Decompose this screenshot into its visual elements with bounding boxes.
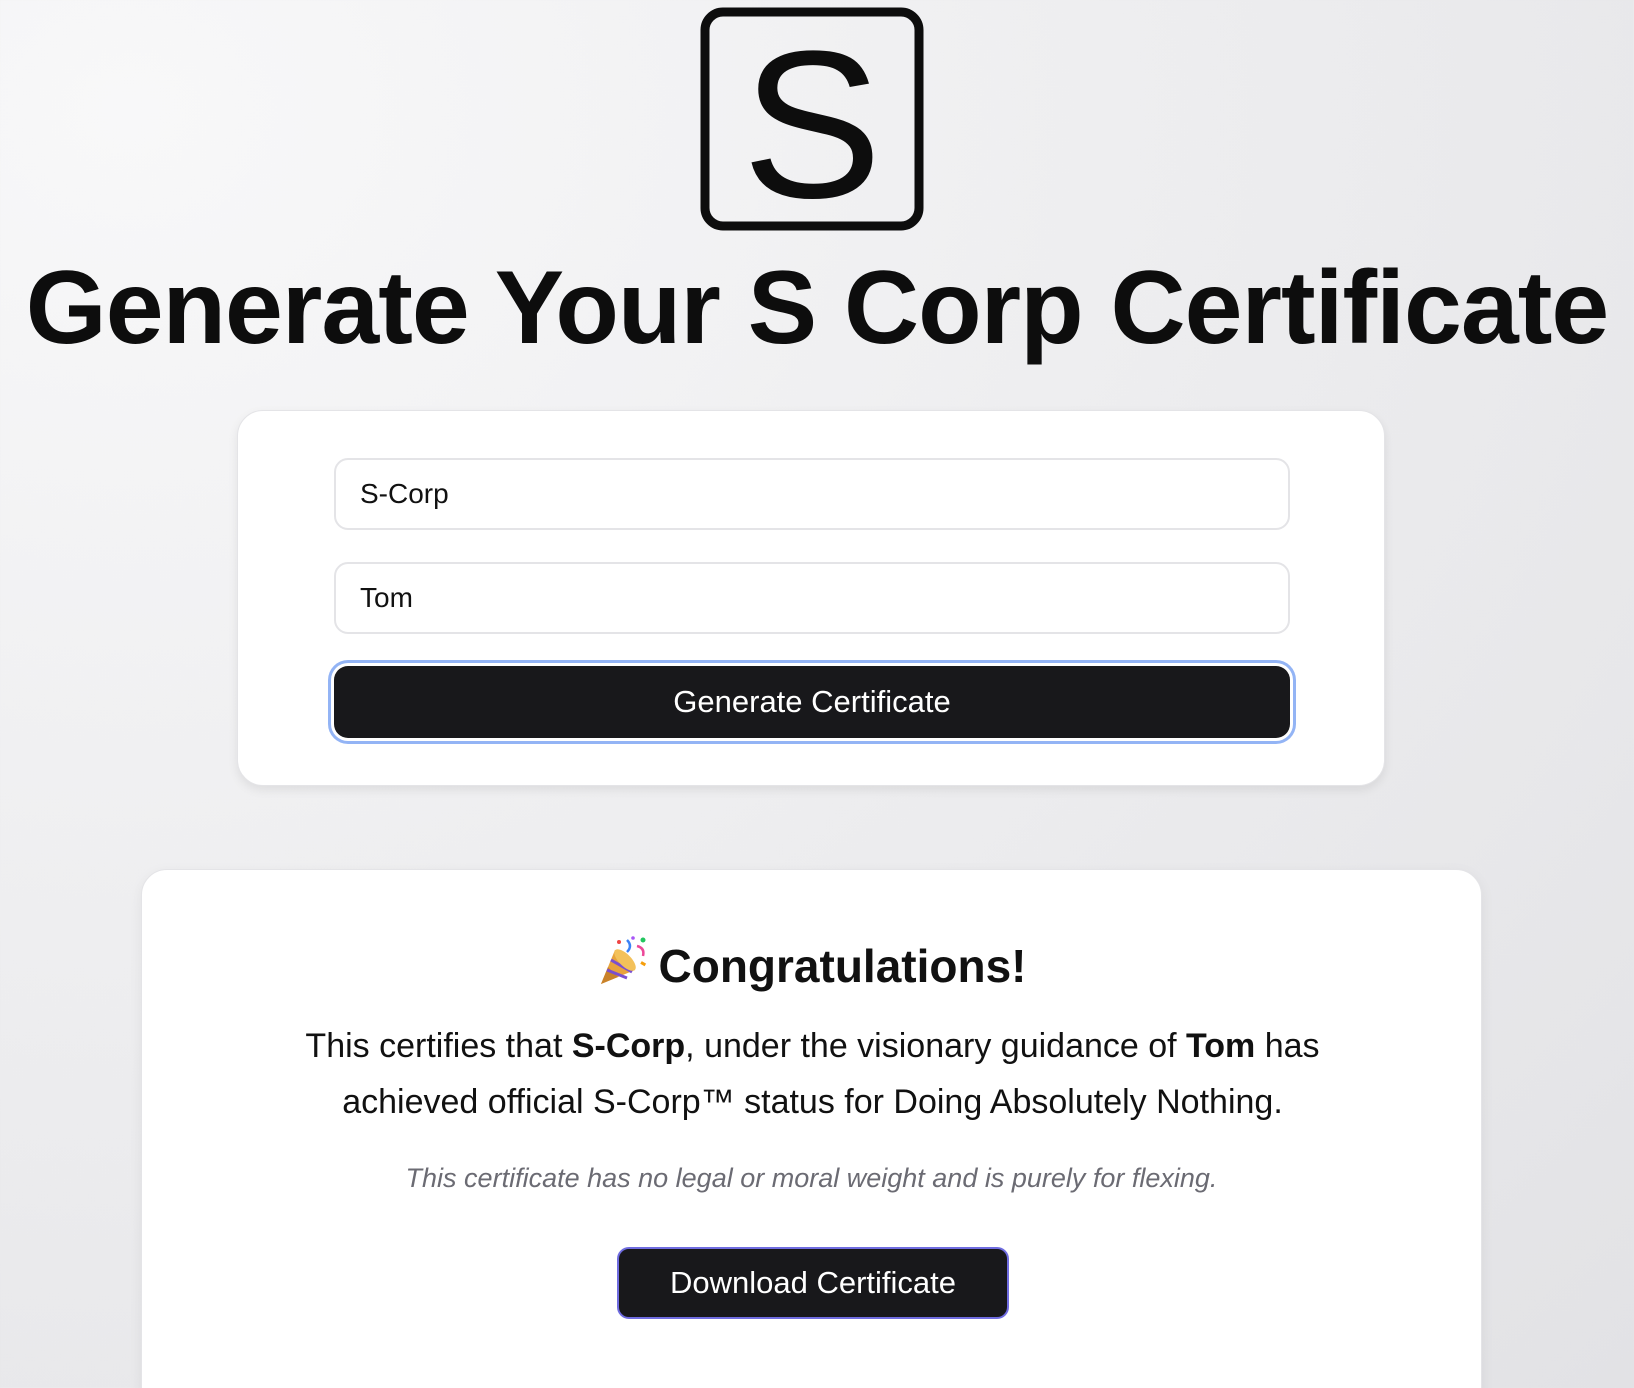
download-certificate-button[interactable]: Download Certificate bbox=[617, 1247, 1009, 1319]
page-title: Generate Your S Corp Certificate bbox=[25, 250, 1609, 366]
statement-company: S-Corp bbox=[571, 1027, 686, 1065]
statement-middle: , under the visionary guidance of bbox=[685, 1027, 1187, 1065]
generate-certificate-button[interactable]: Generate Certificate bbox=[334, 666, 1290, 738]
congratulations-heading: Congratulations! bbox=[142, 936, 1481, 994]
certificate-result-card: Congratulations! This certifies that S-C… bbox=[141, 869, 1482, 1388]
statement-intro: This certifies that bbox=[305, 1027, 572, 1065]
congratulations-text: Congratulations! bbox=[658, 940, 1027, 992]
certificate-statement: This certifies that S-Corp, under the vi… bbox=[242, 1018, 1383, 1130]
owner-name-input[interactable] bbox=[334, 562, 1290, 634]
party-popper-icon bbox=[597, 936, 649, 988]
disclaimer-text: This certificate has no legal or moral w… bbox=[405, 1163, 1218, 1193]
s-logo-icon: S bbox=[700, 7, 924, 231]
statement-owner: Tom bbox=[1186, 1027, 1256, 1065]
svg-text:S: S bbox=[742, 7, 882, 231]
s-logo: S bbox=[700, 7, 924, 231]
company-name-input[interactable] bbox=[334, 458, 1290, 530]
certificate-form-card: Generate Certificate bbox=[237, 410, 1385, 786]
